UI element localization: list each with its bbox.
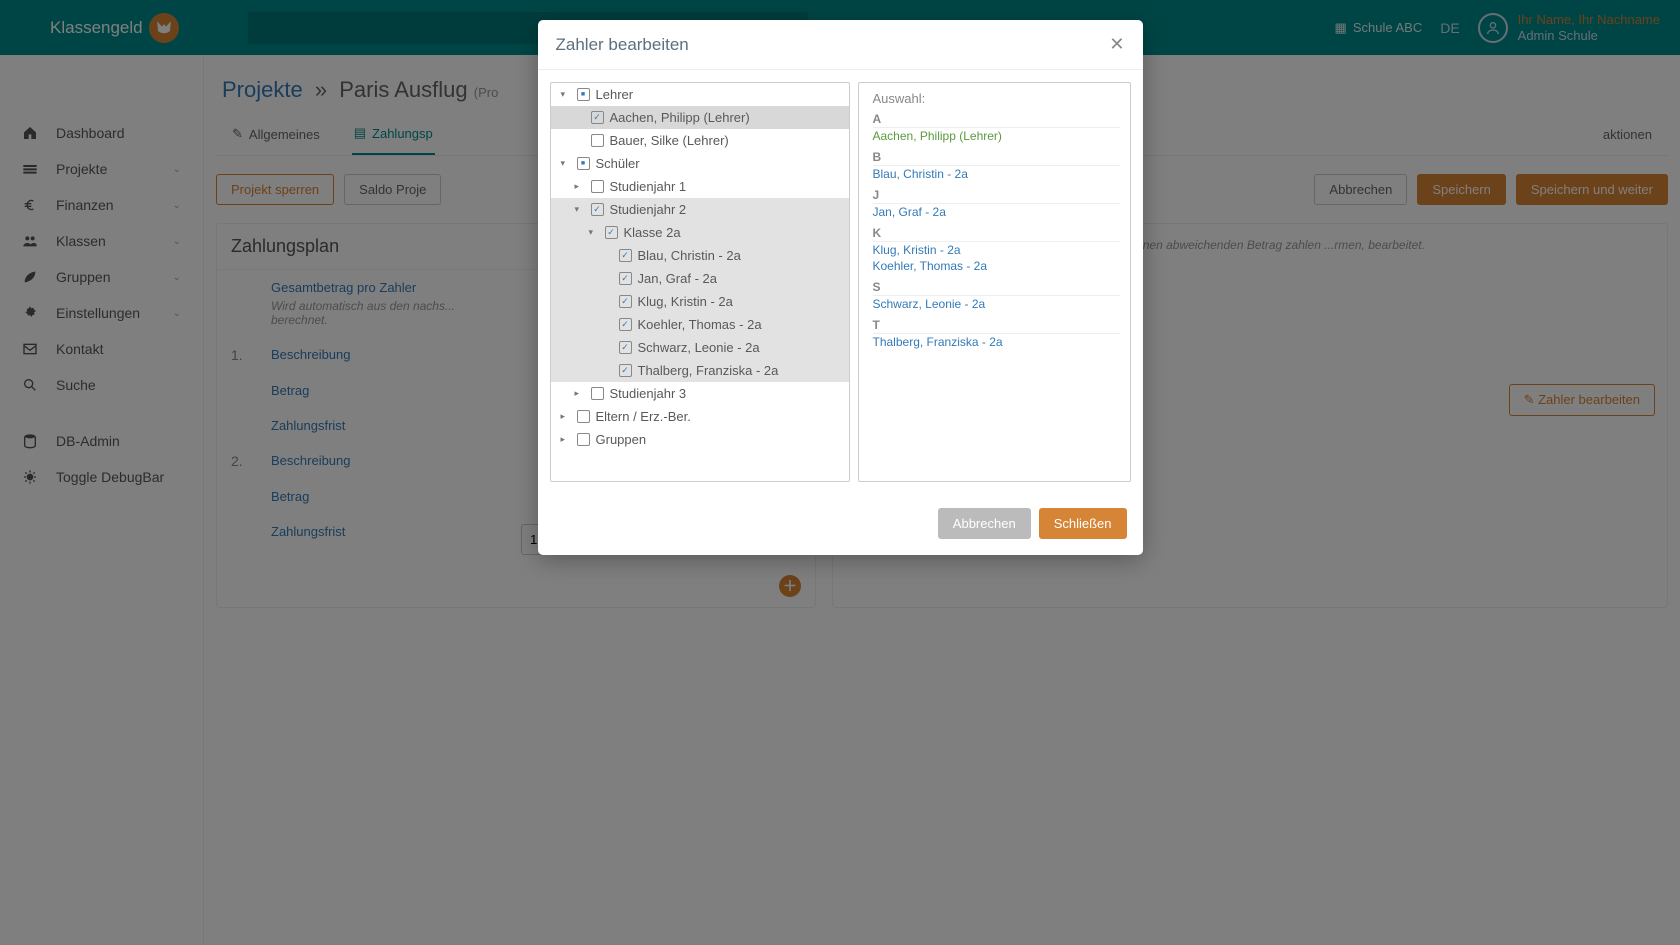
- tree-toggle-icon[interactable]: ▸: [561, 434, 571, 445]
- selection-letter: J: [873, 188, 1120, 204]
- tree-node-label: Blau, Christin - 2a: [638, 248, 741, 263]
- tree-checkbox[interactable]: [577, 157, 590, 170]
- tree-node-label: Klug, Kristin - 2a: [638, 294, 733, 309]
- tree-checkbox[interactable]: [619, 249, 632, 262]
- selection-item[interactable]: Klug, Kristin - 2a: [873, 242, 1120, 258]
- edit-payers-modal: Zahler bearbeiten ✕ ▾ Lehrer Aachen, Phi…: [538, 20, 1143, 555]
- modal-cancel-button[interactable]: Abbrechen: [938, 508, 1031, 539]
- tree-node[interactable]: ▾ Schüler: [551, 152, 849, 175]
- tree-node[interactable]: ▸ Gruppen: [551, 428, 849, 451]
- tree-node[interactable]: Bauer, Silke (Lehrer): [551, 129, 849, 152]
- tree-node[interactable]: Schwarz, Leonie - 2a: [551, 336, 849, 359]
- selection-panel: Auswahl: AAachen, Philipp (Lehrer) BBlau,…: [858, 82, 1131, 482]
- modal-close-button[interactable]: Schließen: [1039, 508, 1127, 539]
- tree-node-label: Schwarz, Leonie - 2a: [638, 340, 760, 355]
- tree-toggle-icon[interactable]: ▾: [561, 158, 571, 169]
- tree-node[interactable]: ▸ Eltern / Erz.-Ber.: [551, 405, 849, 428]
- tree-node[interactable]: ▸ Studienjahr 3: [551, 382, 849, 405]
- tree-node-label: Thalberg, Franziska - 2a: [638, 363, 779, 378]
- selection-letter: T: [873, 318, 1120, 334]
- tree-toggle-icon[interactable]: ▸: [575, 388, 585, 399]
- selection-item[interactable]: Aachen, Philipp (Lehrer): [873, 128, 1120, 144]
- tree-checkbox[interactable]: [619, 318, 632, 331]
- tree-node[interactable]: Klug, Kristin - 2a: [551, 290, 849, 313]
- selection-title: Auswahl:: [873, 91, 1120, 106]
- tree-node-label: Gruppen: [596, 432, 647, 447]
- tree-node[interactable]: Koehler, Thomas - 2a: [551, 313, 849, 336]
- payer-tree[interactable]: ▾ Lehrer Aachen, Philipp (Lehrer) Bauer,…: [550, 82, 850, 482]
- tree-checkbox[interactable]: [619, 341, 632, 354]
- tree-node[interactable]: ▾ Lehrer: [551, 83, 849, 106]
- selection-letter: S: [873, 280, 1120, 296]
- selection-item[interactable]: Jan, Graf - 2a: [873, 204, 1120, 220]
- tree-node-label: Klasse 2a: [624, 225, 681, 240]
- tree-node-label: Eltern / Erz.-Ber.: [596, 409, 691, 424]
- tree-node-label: Studienjahr 3: [610, 386, 687, 401]
- selection-item[interactable]: Schwarz, Leonie - 2a: [873, 296, 1120, 312]
- tree-node-label: Studienjahr 1: [610, 179, 687, 194]
- tree-checkbox[interactable]: [619, 272, 632, 285]
- tree-node-label: Lehrer: [596, 87, 634, 102]
- tree-node-label: Studienjahr 2: [610, 202, 687, 217]
- tree-checkbox[interactable]: [591, 134, 604, 147]
- tree-node-label: Koehler, Thomas - 2a: [638, 317, 762, 332]
- tree-checkbox[interactable]: [577, 410, 590, 423]
- tree-toggle-icon[interactable]: ▸: [561, 411, 571, 422]
- tree-checkbox[interactable]: [591, 203, 604, 216]
- tree-node[interactable]: Blau, Christin - 2a: [551, 244, 849, 267]
- tree-node[interactable]: ▸ Studienjahr 1: [551, 175, 849, 198]
- tree-toggle-icon[interactable]: ▾: [589, 227, 599, 238]
- tree-checkbox[interactable]: [591, 111, 604, 124]
- modal-overlay[interactable]: Zahler bearbeiten ✕ ▾ Lehrer Aachen, Phi…: [0, 0, 1680, 945]
- selection-item[interactable]: Thalberg, Franziska - 2a: [873, 334, 1120, 350]
- tree-toggle-icon[interactable]: ▸: [575, 181, 585, 192]
- selection-letter: A: [873, 112, 1120, 128]
- tree-checkbox[interactable]: [591, 387, 604, 400]
- tree-node[interactable]: Aachen, Philipp (Lehrer): [551, 106, 849, 129]
- tree-toggle-icon[interactable]: ▾: [575, 204, 585, 215]
- tree-checkbox[interactable]: [577, 88, 590, 101]
- selection-item[interactable]: Blau, Christin - 2a: [873, 166, 1120, 182]
- tree-checkbox[interactable]: [591, 180, 604, 193]
- tree-node-label: Schüler: [596, 156, 640, 171]
- tree-checkbox[interactable]: [577, 433, 590, 446]
- tree-toggle-icon[interactable]: ▾: [561, 89, 571, 100]
- close-icon[interactable]: ✕: [1109, 34, 1124, 55]
- modal-title: Zahler bearbeiten: [556, 35, 689, 55]
- tree-checkbox[interactable]: [619, 364, 632, 377]
- tree-checkbox[interactable]: [619, 295, 632, 308]
- tree-node-label: Bauer, Silke (Lehrer): [610, 133, 729, 148]
- tree-node[interactable]: Jan, Graf - 2a: [551, 267, 849, 290]
- selection-item[interactable]: Koehler, Thomas - 2a: [873, 258, 1120, 274]
- tree-node[interactable]: Thalberg, Franziska - 2a: [551, 359, 849, 382]
- selection-letter: K: [873, 226, 1120, 242]
- tree-node[interactable]: ▾ Klasse 2a: [551, 221, 849, 244]
- tree-checkbox[interactable]: [605, 226, 618, 239]
- tree-node-label: Aachen, Philipp (Lehrer): [610, 110, 750, 125]
- tree-node-label: Jan, Graf - 2a: [638, 271, 717, 286]
- tree-node[interactable]: ▾ Studienjahr 2: [551, 198, 849, 221]
- selection-letter: B: [873, 150, 1120, 166]
